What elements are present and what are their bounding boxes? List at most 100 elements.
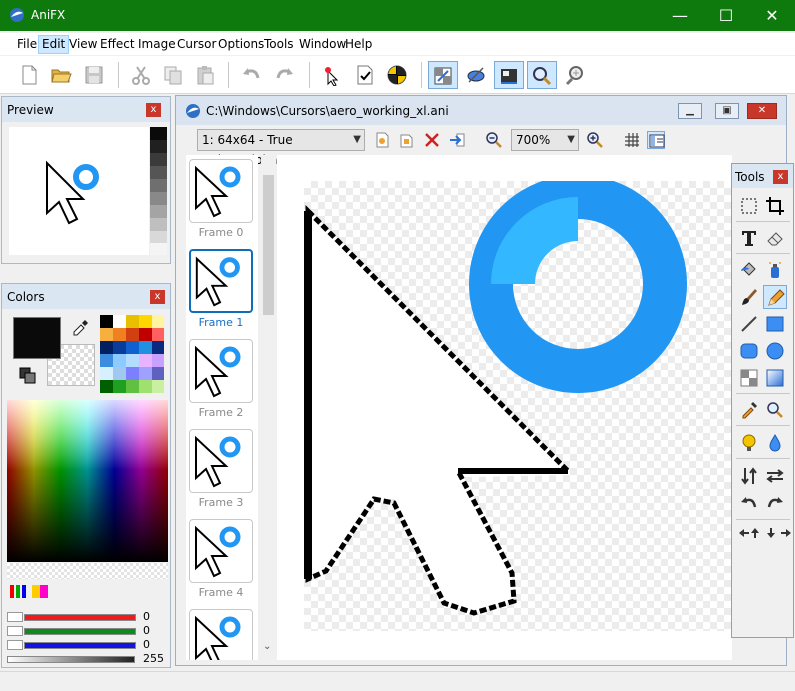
green-slider[interactable]: 0 — [7, 624, 167, 638]
colors-close-button[interactable]: x — [150, 290, 165, 304]
flip-vertical-tool[interactable] — [737, 464, 761, 488]
red-slider-track[interactable] — [24, 614, 136, 621]
frame-item[interactable]: Frame 3 — [189, 429, 253, 517]
copy-button[interactable] — [158, 61, 188, 89]
menu-edit[interactable]: Edit — [38, 35, 70, 54]
menu-cursor[interactable]: Cursor — [174, 35, 219, 54]
show-transparency-button[interactable] — [428, 61, 458, 89]
rgb-mode-icon[interactable] — [9, 582, 29, 600]
select-tool[interactable] — [737, 194, 761, 218]
frame-thumbnail[interactable] — [189, 249, 253, 313]
blue-slider[interactable]: 0 — [7, 638, 167, 652]
zoom-in-button[interactable] — [586, 131, 604, 149]
alpha-slider-track[interactable] — [7, 656, 135, 663]
background-shade-strip[interactable] — [150, 127, 167, 255]
save-button[interactable] — [79, 61, 109, 89]
doc-close-button[interactable]: ✕ — [747, 103, 777, 119]
nudge-tools[interactable] — [735, 524, 791, 540]
frame-item[interactable] — [189, 609, 253, 660]
cut-button[interactable] — [126, 61, 156, 89]
frames-scroll-thumb[interactable] — [263, 175, 274, 315]
text-tool[interactable] — [737, 226, 761, 250]
lighten-tool[interactable] — [737, 431, 761, 455]
rotate-right-tool[interactable] — [763, 491, 787, 515]
alpha-slider[interactable]: 255 — [7, 652, 167, 666]
zoom-tool[interactable] — [763, 398, 787, 422]
frame-item[interactable]: Frame 4 — [189, 519, 253, 607]
frames-scrollbar[interactable]: ⌄ — [261, 155, 276, 660]
menu-tools[interactable]: Tools — [261, 35, 297, 54]
pencil-tool[interactable] — [763, 285, 787, 309]
pixel-grid-button[interactable] — [623, 131, 641, 149]
eraser-tool[interactable] — [763, 226, 787, 250]
doc-restore-button[interactable]: ▣ — [715, 103, 739, 119]
zoom-select[interactable]: 700% ▼ — [511, 129, 579, 151]
undo-button[interactable] — [236, 61, 266, 89]
zoomed-cursor-image[interactable] — [304, 175, 731, 631]
frame-thumbnail[interactable] — [189, 159, 253, 223]
doc-minimize-button[interactable]: ▁ — [678, 103, 702, 119]
frame-item-selected[interactable]: Frame 1 — [189, 249, 253, 337]
canvas-area[interactable] — [277, 155, 732, 660]
fill-tool[interactable] — [737, 258, 761, 282]
green-slider-track[interactable] — [24, 628, 136, 635]
zoom-preview-button[interactable] — [527, 61, 557, 89]
scroll-down-arrow-icon[interactable]: ⌄ — [263, 641, 271, 652]
delete-frame-button[interactable] — [423, 131, 441, 149]
tools-close-button[interactable]: x — [773, 170, 788, 184]
maximize-button[interactable]: ☐ — [703, 0, 749, 31]
frame-thumbnail[interactable] — [189, 339, 253, 403]
drop-tool[interactable] — [763, 431, 787, 455]
satellite-button[interactable] — [461, 61, 491, 89]
preview-close-button[interactable]: x — [146, 103, 161, 117]
foreground-color-swatch[interactable] — [13, 317, 61, 359]
background-button[interactable] — [494, 61, 524, 89]
color-spectrum[interactable] — [7, 400, 168, 562]
red-slider-knob[interactable] — [7, 612, 23, 622]
zoom-grid-button[interactable] — [561, 61, 591, 89]
import-frame-button[interactable] — [448, 131, 466, 149]
test-cursor-button[interactable] — [350, 61, 380, 89]
rectangle-tool[interactable] — [763, 312, 787, 336]
flip-horizontal-tool[interactable] — [763, 464, 787, 488]
menu-file[interactable]: File — [14, 35, 40, 54]
red-slider[interactable]: 0 — [7, 610, 167, 624]
menu-help[interactable]: Help — [342, 35, 375, 54]
rounded-rectangle-tool[interactable] — [737, 339, 761, 363]
zoom-out-button[interactable] — [485, 131, 503, 149]
rotate-left-tool[interactable] — [737, 491, 761, 515]
menu-view[interactable]: View — [66, 35, 100, 54]
hsv-mode-icon[interactable] — [31, 582, 51, 600]
green-slider-knob[interactable] — [7, 626, 23, 636]
new-file-button[interactable] — [14, 61, 44, 89]
menu-options[interactable]: Options — [215, 35, 267, 54]
open-file-button[interactable] — [46, 61, 76, 89]
redo-button[interactable] — [270, 61, 300, 89]
add-frame-button[interactable] — [373, 131, 391, 149]
spray-tool[interactable] — [763, 258, 787, 282]
frame-thumbnail[interactable] — [189, 429, 253, 493]
pattern-tool[interactable] — [737, 366, 761, 390]
eyedropper-tool[interactable] — [737, 398, 761, 422]
ellipse-tool[interactable] — [763, 339, 787, 363]
image-format-select[interactable]: 1: 64x64 - True Color+Alpha ▼ — [197, 129, 365, 167]
blue-slider-knob[interactable] — [7, 640, 23, 650]
target-button[interactable] — [382, 61, 412, 89]
editing-canvas[interactable] — [304, 175, 731, 631]
close-button[interactable]: ✕ — [749, 0, 795, 31]
frame-thumbnail[interactable] — [189, 609, 253, 660]
color-palette[interactable] — [100, 315, 164, 393]
frame-thumbnail[interactable] — [189, 519, 253, 583]
menu-effect[interactable]: Effect — [97, 35, 138, 54]
frame-item[interactable]: Frame 2 — [189, 339, 253, 427]
hotspot-button[interactable] — [317, 61, 347, 89]
alpha-strip[interactable] — [7, 563, 168, 579]
line-tool[interactable] — [737, 312, 761, 336]
paste-button[interactable] — [190, 61, 220, 89]
frame-item[interactable]: Frame 0 — [189, 159, 253, 247]
swap-colors-icon[interactable] — [18, 366, 38, 386]
duplicate-frame-button[interactable] — [398, 131, 416, 149]
menu-image[interactable]: Image — [135, 35, 179, 54]
minimize-button[interactable]: — — [657, 0, 703, 31]
blue-slider-track[interactable] — [24, 642, 136, 649]
